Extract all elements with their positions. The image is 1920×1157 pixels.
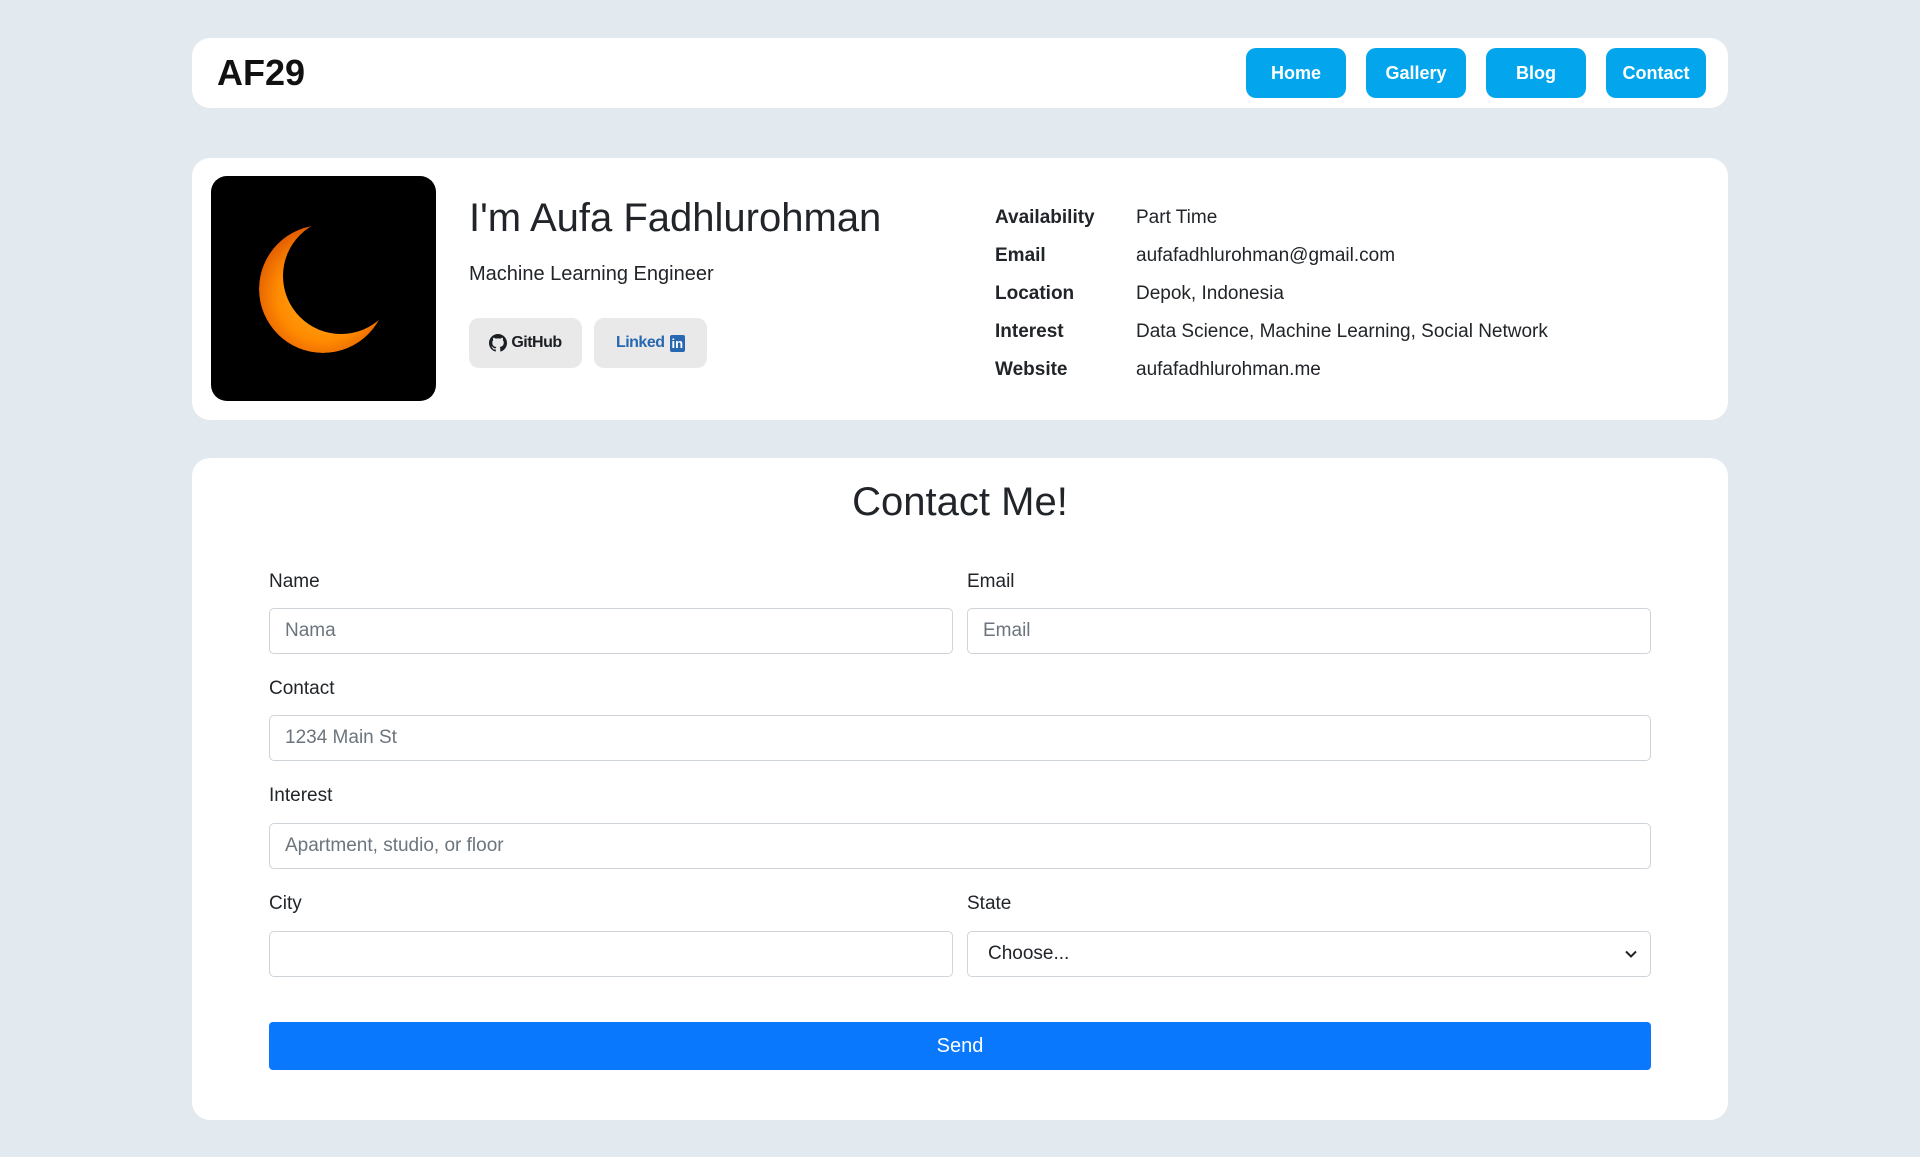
nav-links: Home Gallery Blog Contact — [1246, 48, 1706, 98]
info-value: Depok, Indonesia — [1136, 283, 1284, 304]
info-key: Email — [995, 245, 1046, 266]
info-row-availability: Availability Part Time — [995, 199, 1548, 237]
email-input[interactable] — [967, 608, 1651, 654]
name-input[interactable] — [269, 608, 953, 654]
linkedin-label: Linked — [615, 334, 665, 351]
linkedin-button[interactable]: Linked in — [594, 318, 707, 368]
name-label: Name — [269, 571, 320, 592]
info-row-email: Email aufafadhlurohman@gmail.com — [995, 237, 1548, 275]
crescent-moon-icon — [259, 225, 387, 353]
linkedin-icon: in — [669, 334, 686, 352]
github-icon — [489, 334, 508, 352]
nav-home-button[interactable]: Home — [1246, 48, 1346, 98]
info-value: Data Science, Machine Learning, Social N… — [1136, 321, 1548, 342]
contact-input[interactable] — [269, 715, 1651, 761]
nav-contact-button[interactable]: Contact — [1606, 48, 1706, 98]
contact-title: Contact Me! — [852, 480, 1068, 524]
nav-blog-button[interactable]: Blog — [1486, 48, 1586, 98]
social-links: GitHub Linked in — [469, 318, 707, 368]
info-row-interest: Interest Data Science, Machine Learning,… — [995, 313, 1548, 351]
interest-label: Interest — [269, 785, 333, 806]
contact-label: Contact — [269, 678, 335, 699]
github-label: GitHub — [511, 334, 562, 351]
info-row-website: Website aufafadhlurohman.me — [995, 351, 1548, 389]
info-row-location: Location Depok, Indonesia — [995, 275, 1548, 313]
city-label: City — [269, 893, 302, 914]
email-label: Email — [967, 571, 1015, 592]
chevron-down-icon — [1625, 950, 1637, 958]
brand-logo[interactable]: AF29 — [217, 38, 305, 108]
avatar — [211, 176, 436, 401]
info-value: aufafadhlurohman.me — [1136, 359, 1321, 380]
nav-gallery-button[interactable]: Gallery — [1366, 48, 1466, 98]
state-select[interactable]: Choose... — [967, 931, 1651, 977]
info-key: Location — [995, 283, 1075, 304]
profile-role: Machine Learning Engineer — [469, 263, 714, 285]
interest-input[interactable] — [269, 823, 1651, 869]
info-key: Website — [995, 359, 1068, 380]
send-button[interactable]: Send — [269, 1022, 1651, 1070]
info-value: aufafadhlurohman@gmail.com — [1136, 245, 1396, 266]
info-key: Availability — [995, 207, 1095, 228]
navbar: AF29 Home Gallery Blog Contact — [192, 38, 1728, 108]
profile-name: I'm Aufa Fadhlurohman — [469, 196, 882, 240]
state-label: State — [967, 893, 1012, 914]
profile-card: I'm Aufa Fadhlurohman Machine Learning E… — [192, 158, 1728, 420]
github-button[interactable]: GitHub — [469, 318, 582, 368]
city-input[interactable] — [269, 931, 953, 977]
profile-info: Availability Part Time Email aufafadhlur… — [995, 199, 1548, 389]
info-value: Part Time — [1136, 207, 1218, 228]
state-selected-value: Choose... — [988, 943, 1070, 964]
contact-card: Contact Me! Name Email Contact Interest … — [192, 458, 1728, 1120]
info-key: Interest — [995, 321, 1064, 342]
